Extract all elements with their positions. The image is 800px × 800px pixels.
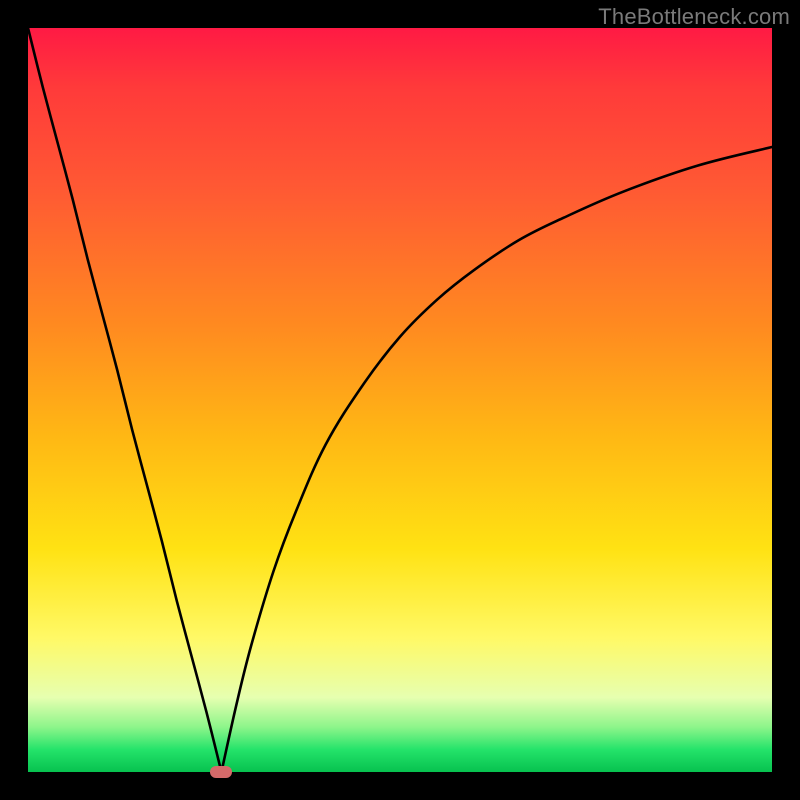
curve-left-branch [28, 28, 221, 772]
plot-area [28, 28, 772, 772]
curve-right-branch [221, 147, 772, 772]
chart-frame: TheBottleneck.com [0, 0, 800, 800]
watermark-text: TheBottleneck.com [598, 4, 790, 30]
bottleneck-curve [28, 28, 772, 772]
minimum-marker [210, 766, 232, 778]
